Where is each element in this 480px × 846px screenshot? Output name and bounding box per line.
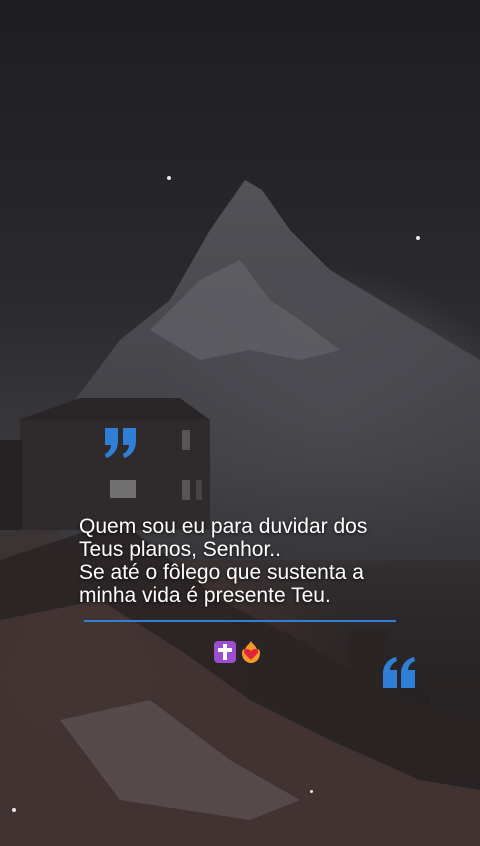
snowflake [12,808,16,812]
snowflake [310,790,313,793]
snowflake [167,176,171,180]
background-photo: Quem sou eu para duvidar dos Teus planos… [0,0,480,846]
quote-text: Quem sou eu para duvidar dos Teus planos… [79,515,419,607]
heart-on-fire-icon [242,641,260,663]
latin-cross-icon [214,641,236,663]
divider-line [84,620,396,622]
quote-line: Se até o fôlego que sustenta a [79,561,364,584]
emoji-row [214,640,263,664]
close-quote-icon [383,657,415,688]
quote-line: Teus planos, Senhor.. [79,538,281,561]
snowflake [416,236,420,240]
quote-line: Quem sou eu para duvidar dos [79,515,368,538]
open-quote-icon [105,428,136,458]
quote-line: minha vida é presente Teu. [79,584,331,607]
house-silhouette [0,398,480,720]
